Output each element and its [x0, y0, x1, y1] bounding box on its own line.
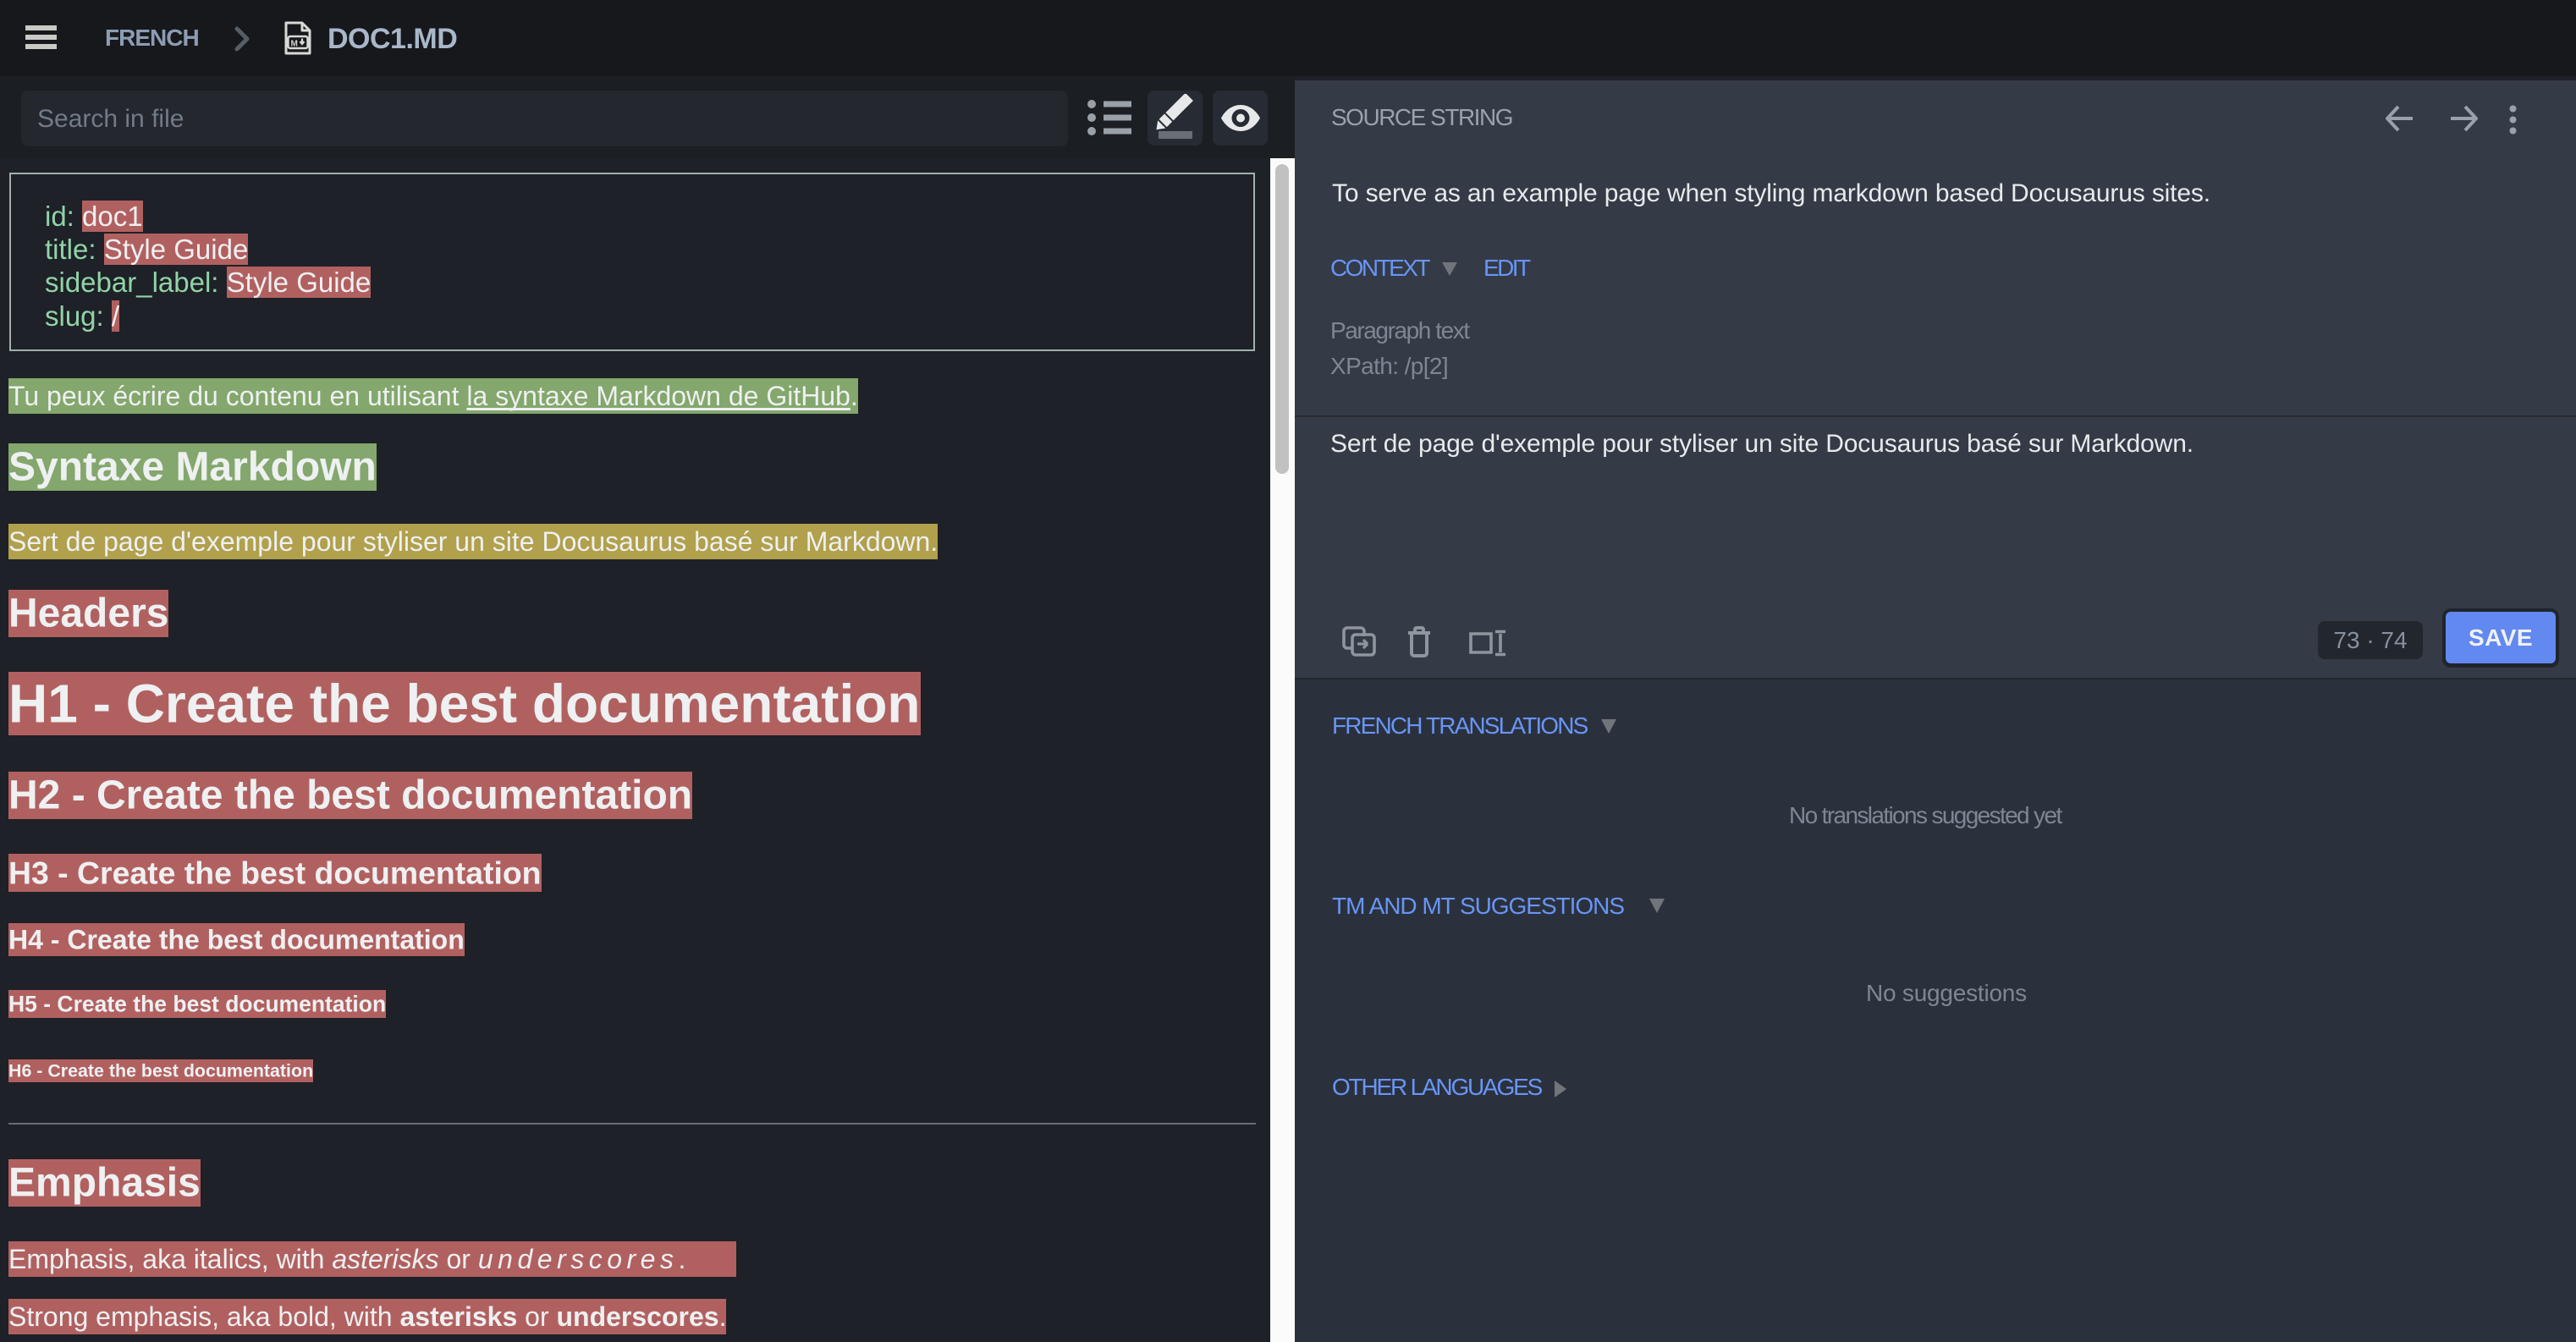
svg-text:M: M	[291, 40, 298, 49]
